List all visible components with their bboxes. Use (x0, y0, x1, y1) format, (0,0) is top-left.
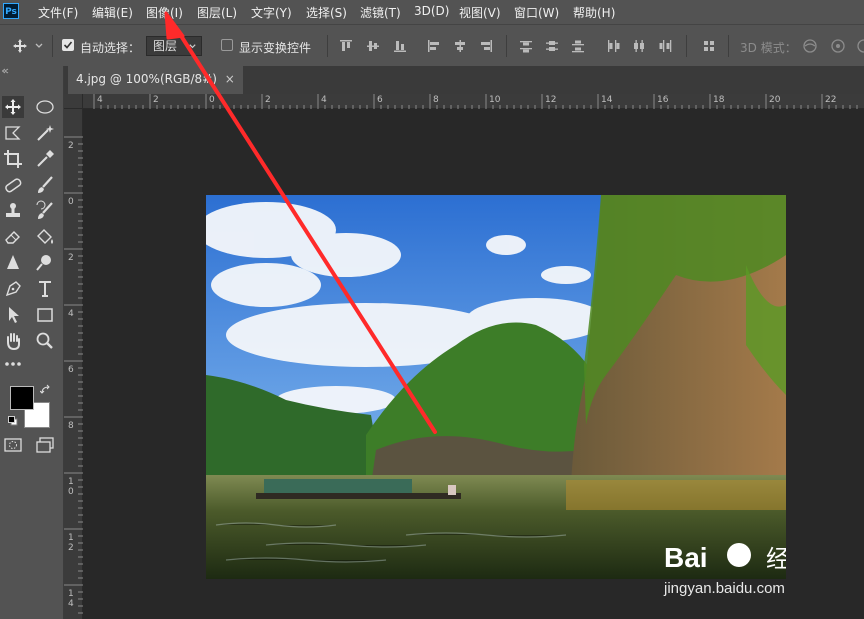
annotation-arrow (164, 11, 437, 434)
